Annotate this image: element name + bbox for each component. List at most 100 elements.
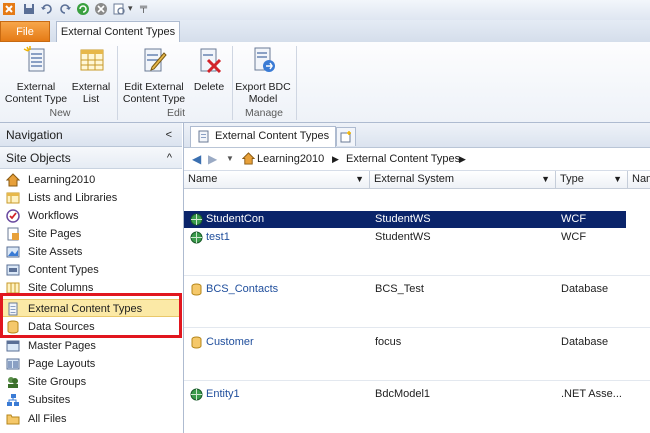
collapse-navigation-icon[interactable]: <	[166, 123, 172, 147]
sidebar-item-label: Subsites	[28, 394, 71, 406]
column-header-name[interactable]: Name ▼	[184, 171, 370, 188]
column-label: Name	[188, 173, 218, 185]
database-icon	[191, 283, 202, 296]
sidebar-item-master-pages[interactable]: Master Pages	[0, 337, 182, 355]
sidebar-item-label: Site Pages	[28, 228, 82, 240]
assets-icon	[6, 246, 20, 258]
sidebar-item-label: All Files	[28, 413, 67, 425]
external-content-icon	[8, 302, 18, 316]
ribbon-tab-bar: File External Content Types	[0, 20, 650, 43]
column-filter-icon[interactable]: ▼	[541, 171, 550, 187]
row-name: test1	[206, 231, 230, 243]
export-bdc-model-button[interactable]: Export BDC Model	[234, 45, 292, 105]
site-objects-title: Site Objects	[6, 151, 71, 165]
stop-icon[interactable]	[94, 2, 108, 16]
sidebar-item-content-types[interactable]: Content Types	[0, 261, 182, 279]
breadcrumb: ◀ ▶ ▼ Learning2010 ▶ External Content Ty…	[184, 148, 650, 171]
row-divider	[184, 327, 650, 328]
export-bdc-label-2: Model	[248, 93, 278, 105]
table-row[interactable]: Entity1 BdcModel1 .NET Asse...	[184, 386, 650, 403]
column-filter-icon[interactable]: ▼	[355, 171, 364, 187]
new-tab-icon	[340, 131, 351, 143]
lists-icon	[6, 192, 20, 204]
new-external-content-type-icon	[23, 46, 45, 72]
sidebar-item-site-columns[interactable]: Site Columns	[0, 279, 182, 297]
sidebar-item-label: Workflows	[28, 210, 79, 222]
table-row[interactable]: StudentCon StudentWS WCF	[184, 211, 626, 228]
table-row[interactable]: BCS_Contacts BCS_Test Database	[184, 281, 650, 298]
external-list-button[interactable]: External List	[68, 45, 114, 105]
tab-external-content-types-doc[interactable]: External Content Types	[190, 126, 336, 147]
sidebar-item-data-sources[interactable]: Data Sources	[0, 318, 182, 336]
sidebar-item-external-content-types[interactable]: External Content Types	[0, 299, 182, 317]
new-external-content-type-button[interactable]: External Content Type	[4, 45, 68, 105]
table-row[interactable]: test1 StudentWS WCF	[184, 229, 650, 246]
app-icon[interactable]	[2, 2, 16, 16]
database-icon	[191, 336, 202, 349]
refresh-icon[interactable]	[76, 2, 90, 16]
sidebar-item-lists-and-libraries[interactable]: Lists and Libraries	[0, 189, 182, 207]
document-icon	[198, 130, 209, 143]
doc-tab-label: External Content Types	[215, 130, 330, 142]
sidebar-item-label: Master Pages	[28, 340, 96, 352]
qat-dropdown-icon[interactable]: ▾	[128, 3, 133, 14]
delete-button[interactable]: Delete	[188, 45, 230, 93]
delete-label: Delete	[193, 81, 225, 93]
data-sources-icon	[7, 320, 19, 334]
column-label: Type	[560, 173, 584, 185]
sidebar-item-label: Content Types	[28, 264, 99, 276]
external-list-label-1: External	[71, 81, 111, 93]
preview-icon[interactable]	[112, 2, 126, 16]
web-service-icon	[190, 388, 203, 401]
redo-icon[interactable]	[58, 2, 72, 16]
history-dropdown-icon[interactable]: ▼	[226, 148, 234, 170]
list-header: Name ▼ External System ▼ Type ▼ Nam	[184, 171, 650, 189]
save-icon[interactable]	[22, 2, 36, 16]
breadcrumb-learning2010[interactable]: Learning2010	[257, 148, 324, 170]
qat-customize-icon[interactable]: ╤	[140, 2, 147, 13]
column-header-type[interactable]: Type ▼	[556, 171, 628, 188]
ribbon-separator	[296, 46, 297, 120]
site-objects-header[interactable]: Site Objects ^	[0, 147, 182, 169]
column-label: External System	[374, 173, 455, 185]
home-icon	[242, 152, 255, 165]
edit-external-content-type-button[interactable]: Edit External Content Type	[120, 45, 188, 105]
external-list-icon	[80, 49, 104, 71]
column-header-namespace[interactable]: Nam	[628, 171, 650, 188]
edit-icon	[144, 48, 167, 72]
sidebar-item-site-groups[interactable]: Site Groups	[0, 373, 182, 391]
breadcrumb-external-content-types[interactable]: External Content Types	[346, 148, 460, 170]
document-tab-bar: External Content Types	[184, 123, 650, 148]
sidebar-item-learning2010[interactable]: Learning2010	[0, 171, 182, 189]
chevron-up-icon[interactable]: ^	[167, 147, 172, 169]
tab-external-content-types[interactable]: External Content Types	[56, 21, 180, 43]
sidebar-item-label: Site Assets	[28, 246, 83, 258]
file-tab[interactable]: File	[0, 21, 50, 42]
sidebar-item-label: Page Layouts	[28, 358, 96, 370]
column-filter-icon[interactable]: ▼	[613, 171, 622, 187]
sidebar-item-all-files[interactable]: All Files	[0, 410, 182, 428]
groups-icon	[8, 377, 18, 388]
forward-icon[interactable]: ▶	[208, 148, 217, 170]
workflow-icon	[6, 209, 20, 223]
table-row[interactable]: Customer focus Database	[184, 334, 650, 351]
row-divider	[184, 380, 650, 381]
web-service-icon	[190, 231, 203, 244]
sidebar-item-page-layouts[interactable]: Page Layouts	[0, 355, 182, 373]
sidebar-item-site-assets[interactable]: Site Assets	[0, 243, 182, 261]
external-list-label-2: List	[82, 93, 100, 105]
row-external-system: StudentWS	[375, 213, 431, 225]
column-header-external-system[interactable]: External System ▼	[370, 171, 556, 188]
quick-access-toolbar: ▾ ╤	[0, 0, 650, 21]
sidebar-item-workflows[interactable]: Workflows	[0, 207, 182, 225]
row-name: BCS_Contacts	[206, 283, 279, 295]
row-type: WCF	[561, 231, 587, 243]
row-type: WCF	[561, 213, 587, 225]
row-type: .NET Asse...	[561, 388, 622, 400]
undo-icon[interactable]	[40, 2, 54, 16]
sidebar-item-subsites[interactable]: Subsites	[0, 391, 182, 409]
new-tab-button[interactable]	[336, 127, 356, 146]
new-ect-label-1: External	[16, 81, 56, 93]
sidebar-item-site-pages[interactable]: Site Pages	[0, 225, 182, 243]
back-icon[interactable]: ◀	[192, 148, 201, 170]
